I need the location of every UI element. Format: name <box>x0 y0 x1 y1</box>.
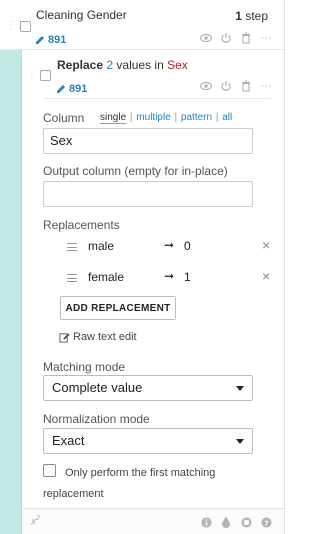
caret-down-icon <box>236 386 244 391</box>
output-column-input[interactable] <box>43 181 253 207</box>
group-step-header[interactable]: ⋮⋮ Cleaning Gender 1 step 891 ··· <box>0 0 284 50</box>
step-footer: x2 ? <box>23 508 284 534</box>
matching-mode-label: Matching mode <box>43 360 126 374</box>
mode-pattern[interactable]: pattern <box>181 112 212 123</box>
formula-icon[interactable]: x2 <box>31 515 40 527</box>
edit-icon <box>59 332 70 343</box>
more-icon[interactable]: ··· <box>260 32 272 44</box>
step-count: 1 step <box>235 9 268 23</box>
replace-step-actions: ··· <box>200 80 272 92</box>
power-icon[interactable] <box>220 80 232 92</box>
eye-icon[interactable] <box>200 80 212 92</box>
replacements-label: Replacements <box>43 218 120 232</box>
group-step-checkbox[interactable] <box>20 21 31 32</box>
mode-single[interactable]: single <box>100 112 127 124</box>
close-icon[interactable]: × <box>262 268 270 284</box>
add-replacement-button[interactable]: ADD REPLACEMENT <box>60 296 176 320</box>
normalization-mode-value: Exact <box>52 433 85 448</box>
mode-multiple[interactable]: multiple <box>136 112 170 123</box>
replacement-from[interactable]: female <box>88 270 124 284</box>
column-label: Column <box>43 111 85 125</box>
normalization-mode-select[interactable]: Exact <box>43 428 253 454</box>
replacement-to[interactable]: 0 <box>184 239 191 253</box>
replacement-row: male ➞ 0 × <box>67 237 277 257</box>
reorder-icon[interactable] <box>67 274 77 282</box>
column-mode-switch: single | multiple | pattern | all <box>100 112 233 124</box>
trash-icon[interactable] <box>240 32 252 44</box>
matching-mode-value: Complete value <box>52 380 143 395</box>
rows-badge: 891 <box>56 83 87 95</box>
group-indent-bar <box>0 50 22 534</box>
footer-actions: ? <box>200 516 272 528</box>
arrow-right-icon: ➞ <box>164 238 175 252</box>
matching-mode-select[interactable]: Complete value <box>43 375 253 401</box>
rows-badge: 891 <box>35 34 66 46</box>
copy-icon[interactable] <box>240 516 252 528</box>
pencil-icon <box>57 85 65 93</box>
column-input[interactable]: Sex <box>43 128 253 154</box>
raw-text-edit-link[interactable]: Raw text edit <box>59 331 137 343</box>
close-icon[interactable]: × <box>262 237 270 253</box>
help-icon[interactable]: ? <box>260 516 272 528</box>
reorder-icon[interactable] <box>67 243 77 251</box>
group-step-actions: ··· <box>200 32 272 44</box>
replace-step-title[interactable]: Replace 2 values in Sex <box>57 58 188 72</box>
trash-icon[interactable] <box>240 80 252 92</box>
drag-handle-icon[interactable]: ⋮⋮ <box>27 69 46 81</box>
caret-down-icon <box>236 439 244 444</box>
info-icon[interactable] <box>200 516 212 528</box>
pencil-icon <box>36 36 44 44</box>
output-column-label: Output column (empty for in-place) <box>43 164 228 178</box>
replace-step: ⋮⋮ Replace 2 values in Sex 891 ··· Colum… <box>23 50 284 534</box>
divider <box>43 98 271 99</box>
power-icon[interactable] <box>220 32 232 44</box>
script-panel: ⋮⋮ Cleaning Gender 1 step 891 ··· ⋮⋮ Rep… <box>0 0 285 534</box>
drop-icon[interactable] <box>220 516 232 528</box>
replacement-from[interactable]: male <box>88 239 114 253</box>
raw-text-edit-label: Raw text edit <box>73 331 137 343</box>
replacement-row: female ➞ 1 × <box>67 268 277 288</box>
replace-step-header[interactable]: ⋮⋮ Replace 2 values in Sex 891 ··· <box>23 50 284 98</box>
more-icon[interactable]: ··· <box>260 80 272 92</box>
mode-all[interactable]: all <box>222 112 232 123</box>
normalization-mode-label: Normalization mode <box>43 412 150 426</box>
only-first-label[interactable]: Only perform the first matching replacem… <box>43 463 243 505</box>
group-step-title[interactable]: Cleaning Gender <box>36 8 127 22</box>
eye-icon[interactable] <box>200 32 212 44</box>
drag-handle-icon[interactable]: ⋮⋮ <box>6 20 25 32</box>
replacement-to[interactable]: 1 <box>184 270 191 284</box>
arrow-right-icon: ➞ <box>164 269 175 283</box>
replace-step-checkbox[interactable] <box>40 70 51 81</box>
svg-text:?: ? <box>264 518 268 527</box>
